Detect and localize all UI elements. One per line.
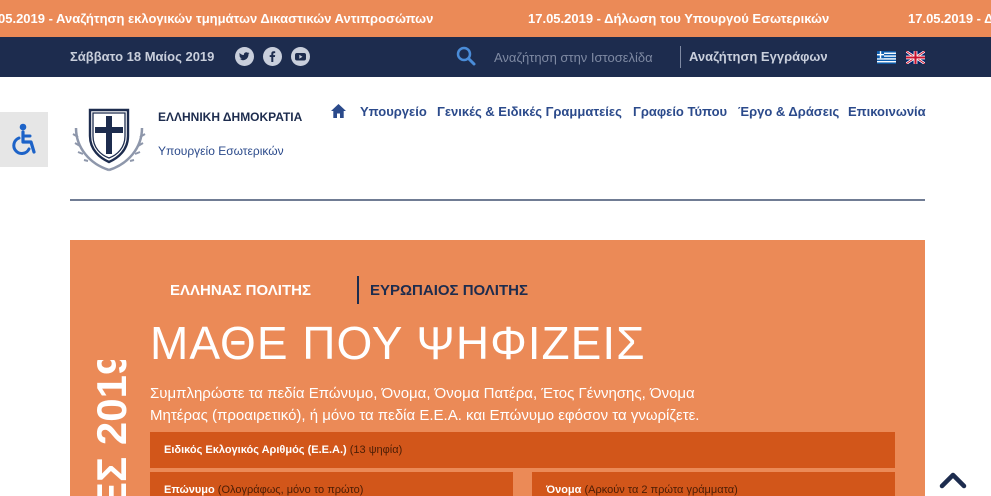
surname-field[interactable]: Επώνυμο (Ολογράφως, μόνο το πρώτο) (150, 472, 513, 496)
panel-description: Συμπληρώστε τα πεδία Επώνυμο, Όνομα, Όνο… (150, 385, 700, 424)
site-search-input[interactable] (494, 47, 674, 67)
ticker-item[interactable]: 05.2019 - Αναζήτηση εκλογικών τμημάτων Δ… (0, 0, 433, 37)
facebook-icon[interactable] (263, 47, 282, 66)
surname-label: Επώνυμο (164, 484, 215, 496)
eea-hint: (13 ψηφία) (349, 444, 403, 456)
eea-label: Ειδικός Εκλογικός Αριθμός (Ε.Ε.Α.) (164, 444, 347, 456)
header-divider (70, 199, 925, 201)
ticker-item[interactable]: 17.05.2019 - Δήλωση του Υπουργού Εσωτερι… (528, 0, 829, 37)
nav-item-ministry[interactable]: Υπουργείο (360, 104, 427, 119)
surname-hint: (Ολογράφως, μόνο το πρώτο) (217, 484, 364, 496)
tab-european-citizen[interactable]: ΕΥΡΩΠΑΙΟΣ ΠΟΛΙΤΗΣ (370, 282, 528, 299)
logo-subtitle[interactable]: Υπουργείο Εσωτερικών (158, 144, 284, 158)
name-label: Όνομα (546, 484, 582, 496)
twitter-icon[interactable] (235, 47, 254, 66)
divider (680, 46, 681, 68)
top-bar: Σάββατο 18 Μαίος 2019 Αναζήτηση Εγγράφων (0, 37, 991, 77)
wheelchair-icon (12, 123, 36, 155)
accessibility-button[interactable] (0, 112, 48, 167)
nav-item-press-office[interactable]: Γραφείο Τύπου (633, 104, 727, 119)
news-ticker: 05.2019 - Αναζήτηση εκλογικών τμημάτων Δ… (0, 0, 991, 37)
side-banner-text: ΕΣ 2019 (88, 360, 135, 496)
name-hint: (Αρκούν τα 2 πρώτα γράμματα) (584, 484, 738, 496)
home-icon[interactable] (330, 103, 347, 119)
youtube-icon[interactable] (291, 47, 310, 66)
search-icon[interactable] (455, 45, 477, 67)
current-date: Σάββατο 18 Μαίος 2019 (70, 49, 215, 64)
panel-title: ΜΑΘΕ ΠΟΥ ΨΗΦΙΖΕΙΣ (150, 317, 646, 369)
nav-item-secretariats[interactable]: Γενικές & Ειδικές Γραμματείες (437, 104, 622, 119)
logo-title[interactable]: ΕΛΛΗΝΙΚΗ ΔΗΜΟΚΡΑΤΙΑ (158, 110, 302, 124)
greek-flag-icon[interactable] (877, 51, 896, 64)
document-search-link[interactable]: Αναζήτηση Εγγράφων (689, 49, 828, 64)
name-field[interactable]: Όνομα (Αρκούν τα 2 πρώτα γράμματα) (532, 472, 895, 496)
tab-divider (357, 276, 359, 304)
uk-flag-icon[interactable] (906, 51, 925, 64)
ticker-item[interactable]: 17.05.2019 - Δ (908, 0, 991, 37)
nav-item-work-actions[interactable]: Έργο & Δράσεις (738, 104, 839, 119)
eea-field[interactable]: Ειδικός Εκλογικός Αριθμός (Ε.Ε.Α.) (13 ψ… (150, 432, 895, 468)
side-banner-text-wrapper: ΕΣ 2019 (84, 360, 144, 496)
nav-item-contact[interactable]: Επικοινωνία (848, 104, 926, 119)
tab-greek-citizen[interactable]: ΕΛΛΗΝΑΣ ΠΟΛΙΤΗΣ (170, 282, 311, 299)
where-you-vote-panel: ΕΣ 2019 ΕΛΛΗΝΑΣ ΠΟΛΙΤΗΣ ΕΥΡΩΠΑΙΟΣ ΠΟΛΙΤΗ… (70, 240, 925, 496)
greek-coat-of-arms-icon[interactable] (70, 96, 148, 174)
scroll-to-top-chevron-icon[interactable] (938, 468, 968, 490)
